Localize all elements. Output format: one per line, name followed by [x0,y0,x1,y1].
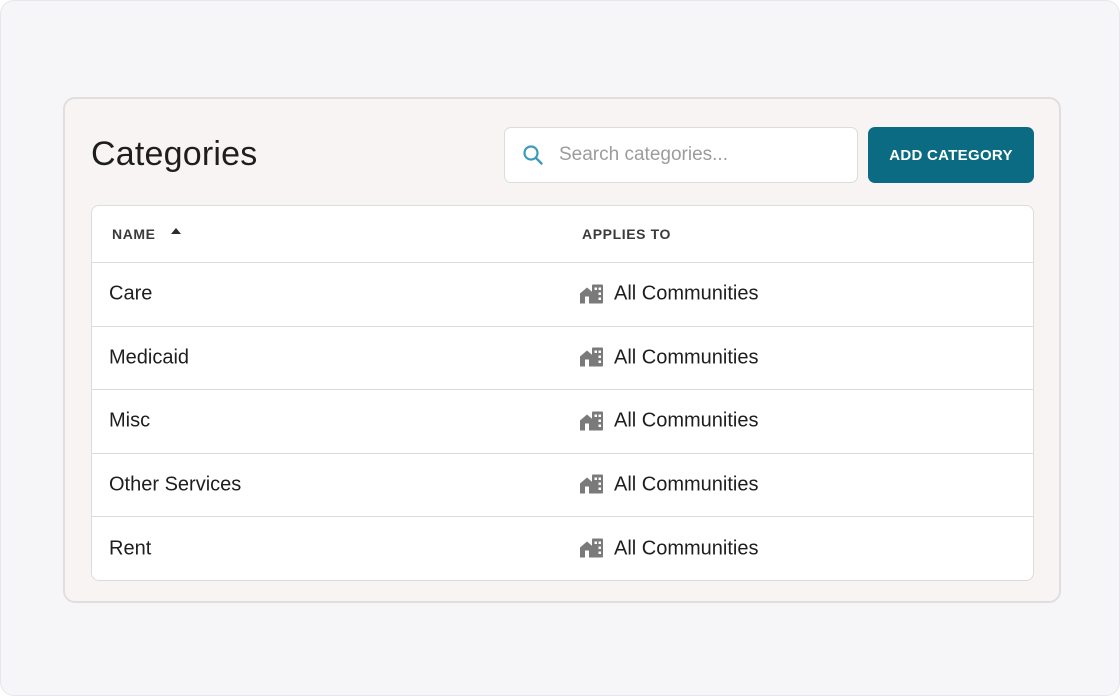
applies-to-label: All Communities [614,537,759,560]
search-input[interactable] [559,144,839,166]
table-row[interactable]: Misc All Communities [92,390,1033,454]
add-category-button[interactable]: ADD CATEGORY [868,127,1034,183]
search-icon [522,144,544,166]
applies-to-cell: All Communities [579,410,758,433]
column-header-name[interactable]: NAME [112,226,182,242]
table-header: NAME APPLIES TO [92,206,1033,263]
applies-to-label: All Communities [614,409,759,432]
applies-to-cell: All Communities [579,537,758,560]
category-name: Care [109,282,153,305]
applies-to-cell: All Communities [579,346,758,369]
table-row[interactable]: Rent All Communities [92,517,1033,580]
category-name: Rent [109,537,152,560]
applies-to-cell: All Communities [579,473,758,496]
applies-to-label: All Communities [614,282,759,305]
column-header-label: NAME [112,226,156,242]
table-row[interactable]: Medicaid All Communities [92,327,1033,390]
community-icon [579,347,604,368]
table-body: Care All Communities Medicaid All Commun… [92,263,1033,580]
community-icon [579,284,604,304]
column-header-applies-to[interactable]: APPLIES TO [582,226,671,242]
category-name: Misc [109,409,151,432]
community-icon [579,538,604,559]
categories-panel: Categories ADD CATEGORY NAME [63,97,1061,603]
table-row[interactable]: Other Services All Communities [92,454,1033,517]
applies-to-label: All Communities [614,346,759,369]
community-icon [579,474,604,495]
applies-to-cell: All Communities [579,283,758,306]
category-name: Other Services [109,473,242,496]
search-box[interactable] [504,127,858,183]
app-background: Categories ADD CATEGORY NAME [0,0,1120,696]
community-icon [579,411,604,431]
page-title: Categories [91,135,258,173]
categories-table: NAME APPLIES TO Care All Communities Med… [91,205,1034,581]
sort-ascending-icon[interactable] [170,222,182,238]
category-name: Medicaid [109,346,190,369]
applies-to-label: All Communities [614,473,759,496]
column-header-label: APPLIES TO [582,226,671,242]
table-row[interactable]: Care All Communities [92,263,1033,327]
